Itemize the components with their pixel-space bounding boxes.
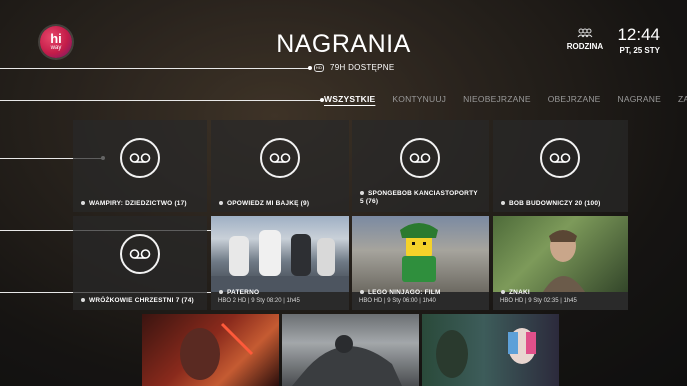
filter-tabs: WSZYSTKIE KONTYNUUJ NIEOBEJRZANE OBEJRZA… — [324, 94, 687, 104]
recording-title: ZNAKI — [501, 289, 622, 297]
folder-title: SPONGEBOB KANCIASTOPORTY 5 (76) — [360, 190, 483, 206]
guide-dot-1 — [308, 66, 312, 70]
hd-icon: HD — [314, 63, 324, 72]
family-icon — [565, 28, 605, 42]
recordings-screen: hi way NAGRANIA HD 79H DOSTĘPNE RODZINA … — [0, 0, 687, 386]
recording-meta: HBO HD | 9 Sty 06:00 | 1h40 — [359, 298, 436, 304]
recording-icon — [120, 138, 160, 178]
recording-title: PATERNO — [219, 289, 343, 297]
available-hours-label: 79H DOSTĘPNE — [330, 63, 395, 72]
folder-title: OPOWIEDZ MI BAJKĘ (9) — [219, 200, 343, 208]
folder-title-text: BOB BUDOWNICZY 20 (100) — [509, 200, 601, 207]
recording-poster[interactable] — [282, 314, 419, 386]
folder-title-text: WAMPIRY: DZIEDZICTWO (17) — [89, 200, 187, 207]
recording-title-text: PATERNO — [227, 289, 260, 296]
folder-title: WRÓŻKOWIE CHRZESTNI 7 (74) — [81, 297, 201, 305]
recording-thumbnail — [352, 216, 489, 292]
recording-item-tile[interactable]: LEGO NINJAGO: FILM HBO HD | 9 Sty 06:00 … — [352, 216, 489, 310]
available-hours: HD 79H DOSTĘPNE — [314, 63, 395, 72]
recording-poster[interactable] — [422, 314, 559, 386]
recording-folder-tile[interactable]: BOB BUDOWNICZY 20 (100) — [493, 120, 628, 212]
recording-poster[interactable] — [142, 314, 279, 386]
recording-icon — [400, 138, 440, 178]
recording-title: LEGO NINJAGO: FILM — [360, 289, 483, 297]
recording-icon — [540, 138, 580, 178]
folder-title-text: SPONGEBOB KANCIASTOPORTY 5 (76) — [360, 190, 478, 205]
guide-line-1 — [0, 68, 310, 69]
tab-recorded[interactable]: NAGRANE — [618, 94, 661, 104]
recording-folder-tile[interactable]: SPONGEBOB KANCIASTOPORTY 5 (76) — [352, 120, 489, 212]
folder-title: BOB BUDOWNICZY 20 (100) — [501, 200, 622, 208]
recording-item-tile[interactable]: PATERNO HBO 2 HD | 9 Sty 08:20 | 1h45 — [211, 216, 349, 310]
folder-title-text: WRÓŻKOWIE CHRZESTNI 7 (74) — [89, 297, 194, 304]
tab-watched[interactable]: OBEJRZANE — [548, 94, 601, 104]
clock-time: 12:44 — [617, 25, 660, 44]
folder-title: WAMPIRY: DZIEDZICTWO (17) — [81, 200, 201, 208]
recording-thumbnail — [211, 216, 349, 292]
recording-title-text: LEGO NINJAGO: FILM — [368, 289, 441, 296]
tab-all[interactable]: WSZYSTKIE — [324, 94, 375, 104]
recording-icon — [120, 234, 160, 274]
recording-icon — [260, 138, 300, 178]
recording-title-text: ZNAKI — [509, 289, 530, 296]
recording-thumbnail — [493, 216, 628, 292]
profile-switcher[interactable]: RODZINA — [565, 28, 605, 51]
recording-folder-tile[interactable]: OPOWIEDZ MI BAJKĘ (9) — [211, 120, 349, 212]
tab-continue[interactable]: KONTYNUUJ — [392, 94, 446, 104]
profile-label: RODZINA — [566, 42, 604, 51]
recording-folder-tile[interactable]: WRÓŻKOWIE CHRZESTNI 7 (74) — [73, 216, 207, 310]
tab-unwatched[interactable]: NIEOBEJRZANE — [463, 94, 531, 104]
recording-item-tile[interactable]: ZNAKI HBO HD | 9 Sty 02:35 | 1h45 — [493, 216, 628, 310]
recording-meta: HBO HD | 9 Sty 02:35 | 1h45 — [500, 298, 577, 304]
tab-more[interactable]: ZAP — [678, 94, 687, 104]
guide-line-2 — [0, 100, 321, 101]
recording-meta: HBO 2 HD | 9 Sty 08:20 | 1h45 — [218, 298, 300, 304]
recording-folder-tile[interactable]: WAMPIRY: DZIEDZICTWO (17) — [73, 120, 207, 212]
clock: 12:44 PT, 25 STY — [612, 25, 660, 56]
clock-date: PT, 25 STY — [619, 46, 660, 55]
folder-title-text: OPOWIEDZ MI BAJKĘ (9) — [227, 200, 310, 207]
